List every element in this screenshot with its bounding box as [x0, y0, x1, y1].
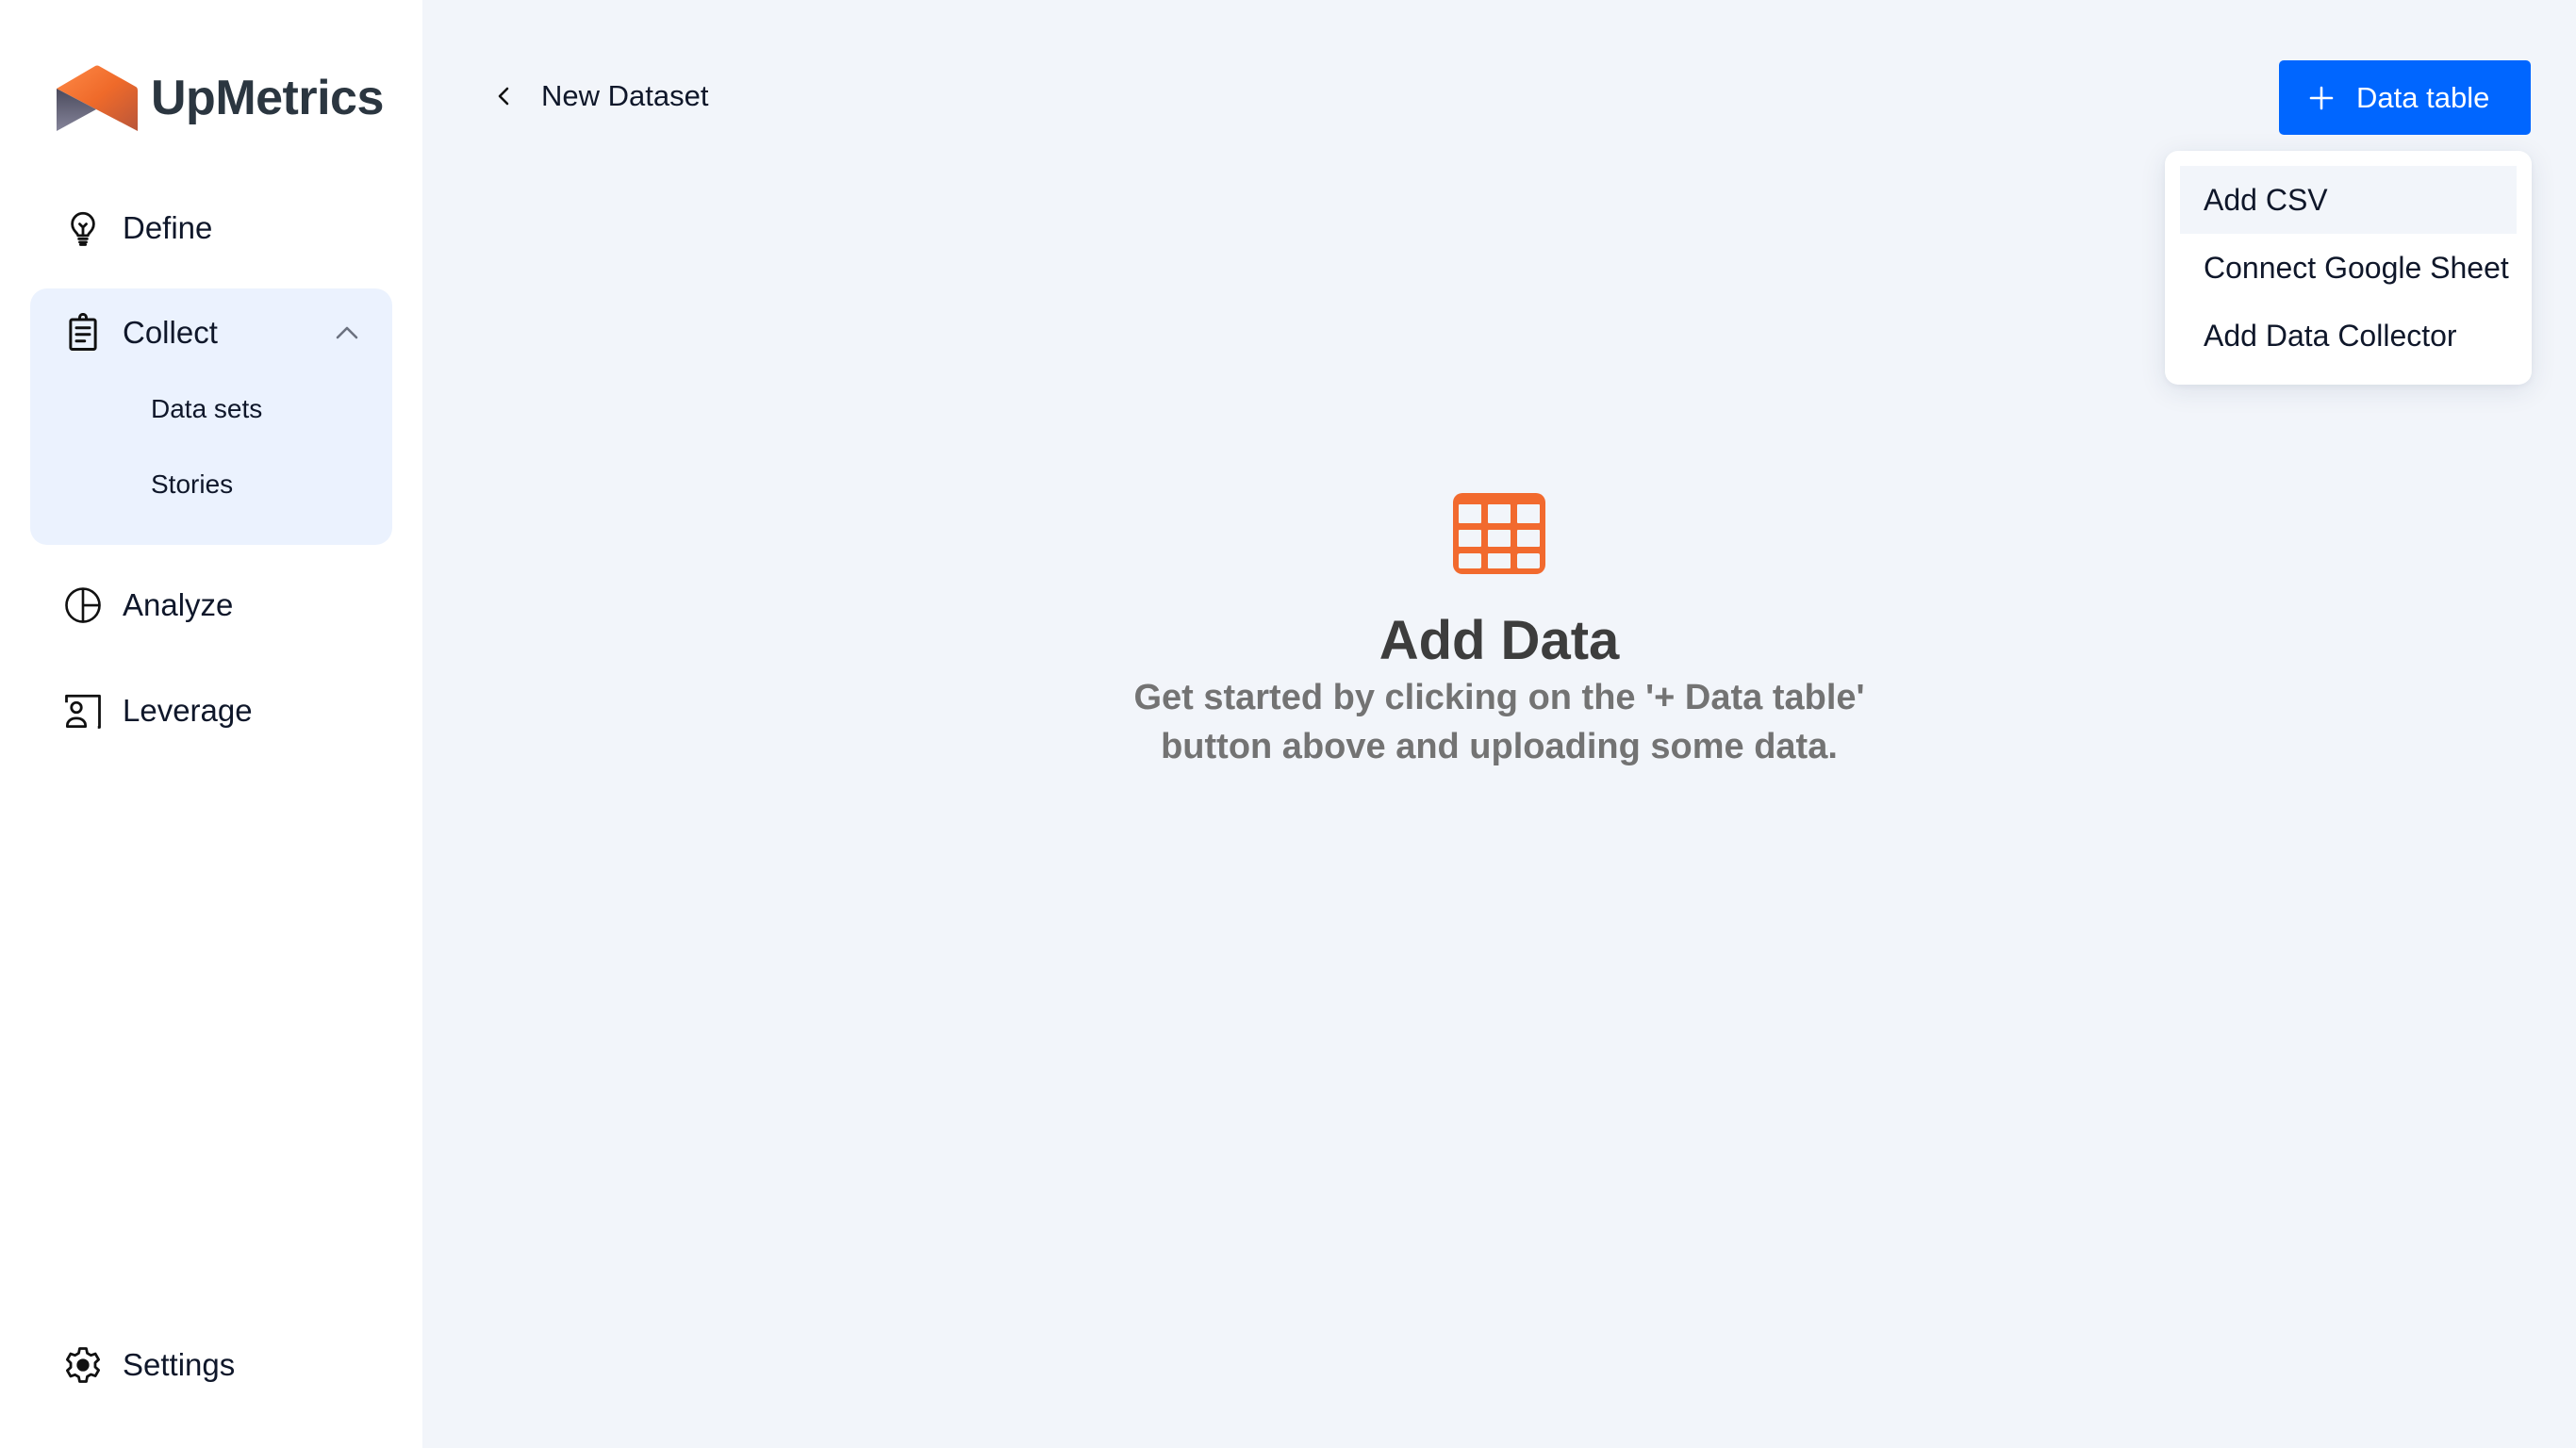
- plus-icon: [2309, 86, 2334, 109]
- sidebar-group-collect: Collect Data sets Stories: [30, 288, 392, 545]
- chevron-up-icon[interactable]: [334, 322, 360, 343]
- sidebar-item-leverage[interactable]: Leverage: [62, 688, 253, 733]
- gear-icon: [62, 1344, 104, 1386]
- sidebar: UpMetrics Define Collect Data sets Stori…: [0, 0, 422, 1448]
- menu-item-add-data-collector[interactable]: Add Data Collector: [2180, 302, 2517, 370]
- page-header: [422, 0, 2576, 151]
- sidebar-item-label: Analyze: [123, 587, 234, 622]
- empty-state-description-line1: Get started by clicking on the '+ Data t…: [1133, 677, 1865, 717]
- add-data-table-button[interactable]: Data table: [2279, 60, 2531, 135]
- page-title: New Dataset: [541, 79, 709, 112]
- sidebar-item-label: Define: [123, 210, 213, 245]
- lightbulb-icon: [62, 207, 104, 249]
- sidebar-item-collect[interactable]: Collect: [62, 310, 218, 355]
- empty-state-description: Get started by clicking on the '+ Data t…: [422, 673, 2576, 771]
- empty-state-description-line2: button above and uploading some data.: [1161, 726, 1838, 766]
- sidebar-subitem-data-sets[interactable]: Data sets: [151, 394, 262, 424]
- sidebar-item-define[interactable]: Define: [62, 206, 212, 251]
- sidebar-item-label: Leverage: [123, 693, 253, 728]
- menu-item-add-csv[interactable]: Add CSV: [2180, 166, 2517, 234]
- sidebar-item-label: Settings: [123, 1347, 236, 1382]
- empty-state-title: Add Data: [1379, 610, 1620, 671]
- empty-state: Add Data Get started by clicking on the …: [422, 490, 2576, 771]
- chevron-left-icon: [498, 87, 509, 106]
- back-button[interactable]: New Dataset: [492, 79, 708, 113]
- menu-item-connect-google-sheet[interactable]: Connect Google Sheet: [2180, 234, 2517, 302]
- user-card-icon: [62, 690, 104, 732]
- brand-logo[interactable]: UpMetrics: [57, 64, 384, 132]
- upmetrics-logo-icon: [57, 65, 138, 131]
- sidebar-subitem-stories[interactable]: Stories: [151, 469, 233, 500]
- table-icon: [1453, 493, 1545, 574]
- data-table-dropdown-menu: Add CSV Connect Google Sheet Add Data Co…: [2165, 151, 2532, 385]
- sidebar-item-settings[interactable]: Settings: [62, 1342, 235, 1388]
- pie-chart-icon: [62, 584, 104, 626]
- brand-name: UpMetrics: [151, 71, 384, 125]
- sidebar-item-label: Collect: [123, 315, 218, 350]
- clipboard-icon: [62, 312, 104, 354]
- sidebar-item-analyze[interactable]: Analyze: [62, 583, 233, 628]
- add-data-table-label: Data table: [2356, 80, 2490, 114]
